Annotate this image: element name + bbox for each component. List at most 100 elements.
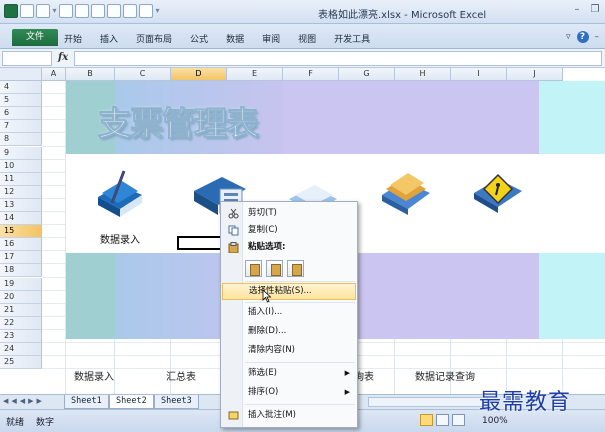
normal-view-icon[interactable] xyxy=(420,414,433,426)
menu-delete[interactable]: 删除(D)... xyxy=(222,323,356,340)
column-header[interactable]: D xyxy=(171,68,227,81)
menu-filter[interactable]: 筛选(E) ▶ xyxy=(222,365,356,382)
column-header[interactable]: J xyxy=(507,68,563,81)
row-header[interactable]: 20 xyxy=(0,290,42,304)
dashboard-title: 支票管理表 xyxy=(98,104,260,144)
tab-page-layout[interactable]: 页面布局 xyxy=(136,32,172,45)
customize-dropdown-icon[interactable]: ▾ xyxy=(155,4,160,18)
row-header[interactable]: 12 xyxy=(0,185,42,199)
menu-clear-contents[interactable]: 清除内容(N) xyxy=(222,342,356,359)
print-preview-icon[interactable] xyxy=(91,4,105,18)
paste-formulas-icon[interactable] xyxy=(266,260,283,277)
save-icon[interactable] xyxy=(20,4,34,18)
row-header[interactable]: 25 xyxy=(0,356,42,370)
nav-data-entry[interactable]: 数据录入 xyxy=(74,368,114,383)
row-header[interactable]: 23 xyxy=(0,329,42,343)
menu-sort[interactable]: 排序(O) ▶ xyxy=(222,384,356,401)
nav-record-query[interactable]: 数据记录查询 xyxy=(415,368,475,383)
horizontal-scrollbar[interactable] xyxy=(368,397,488,407)
column-header[interactable]: H xyxy=(395,68,451,81)
row-header[interactable]: 17 xyxy=(0,251,42,265)
row-header[interactable]: 5 xyxy=(0,94,42,108)
page-break-view-icon[interactable] xyxy=(452,414,465,426)
menu-cut[interactable]: 剪切(T) xyxy=(222,205,356,222)
restore-icon[interactable]: ❐ xyxy=(589,4,601,16)
sheet-tab-3[interactable]: Sheet3 xyxy=(154,395,199,409)
paste-icon[interactable] xyxy=(245,260,262,277)
row-header[interactable]: 6 xyxy=(0,107,42,121)
menu-paste-options: 粘贴选项: xyxy=(222,239,356,256)
menu-insert[interactable]: 插入(I)... xyxy=(222,304,356,321)
workbook-minimize-icon[interactable]: – xyxy=(595,32,600,42)
menu-paste-special[interactable]: 选择性粘贴(S)... xyxy=(222,283,356,300)
row-header[interactable]: 19 xyxy=(0,277,42,291)
column-header[interactable]: B xyxy=(66,68,115,81)
zoom-level[interactable]: 100% xyxy=(482,416,508,426)
row-header[interactable]: 21 xyxy=(0,303,42,317)
select-all-corner[interactable] xyxy=(0,68,42,81)
sheet-nav-buttons[interactable]: ◀◀◀▶▶ xyxy=(3,397,45,405)
copy-icon xyxy=(228,225,239,236)
tab-developer[interactable]: 开发工具 xyxy=(334,32,370,45)
nav-summary[interactable]: 汇总表 xyxy=(166,368,196,383)
menu-copy[interactable]: 复制(C) xyxy=(222,222,356,239)
row-header[interactable]: 7 xyxy=(0,120,42,134)
menu-copy-label: 复制(C) xyxy=(248,225,278,235)
tab-insert[interactable]: 插入 xyxy=(100,32,118,45)
open-file-icon[interactable] xyxy=(75,4,89,18)
column-header[interactable]: F xyxy=(283,68,339,81)
tab-data[interactable]: 数据 xyxy=(226,32,244,45)
column-header[interactable]: A xyxy=(42,68,66,81)
paste-values-icon[interactable] xyxy=(287,260,304,277)
menu-separator xyxy=(245,281,355,282)
row-header[interactable]: 11 xyxy=(0,172,42,186)
tab-file[interactable]: 文件 xyxy=(12,29,58,46)
picture-icon[interactable] xyxy=(123,4,137,18)
data-entry-book-icon[interactable] xyxy=(94,167,146,221)
tab-home[interactable]: 开始 xyxy=(64,32,82,45)
row-header[interactable]: 15 xyxy=(0,225,42,239)
band-top-right xyxy=(539,81,605,154)
row-header[interactable]: 16 xyxy=(0,238,42,252)
column-header[interactable]: C xyxy=(115,68,171,81)
row-header[interactable]: 9 xyxy=(0,146,42,160)
row-header[interactable]: 10 xyxy=(0,159,42,173)
tab-review[interactable]: 审阅 xyxy=(262,32,280,45)
row-header[interactable]: 13 xyxy=(0,198,42,212)
exit-sign-icon[interactable] xyxy=(470,167,526,217)
page-layout-view-icon[interactable] xyxy=(436,414,449,426)
menu-insert-comment[interactable]: 插入批注(M) xyxy=(222,407,356,424)
undo-icon[interactable] xyxy=(36,4,50,18)
row-header[interactable]: 24 xyxy=(0,343,42,356)
menu-clear-label: 清除内容(N) xyxy=(248,345,295,355)
formula-input[interactable] xyxy=(74,51,602,66)
name-box[interactable] xyxy=(2,51,52,66)
help-icon[interactable]: ? xyxy=(576,31,589,43)
formula-bar: fx xyxy=(0,49,605,68)
tab-formulas[interactable]: 公式 xyxy=(190,32,208,45)
quick-access-toolbar: ▾ ▾ xyxy=(4,4,160,18)
new-file-icon[interactable] xyxy=(59,4,73,18)
row-header[interactable]: 22 xyxy=(0,316,42,330)
status-mode: 就绪 xyxy=(6,418,25,428)
fx-icon[interactable]: fx xyxy=(58,52,68,63)
row-header[interactable]: 8 xyxy=(0,133,42,147)
refresh-icon[interactable] xyxy=(139,4,153,18)
sheet-tab-1[interactable]: Sheet1 xyxy=(64,395,109,409)
row-header[interactable]: 14 xyxy=(0,212,42,225)
column-header[interactable]: E xyxy=(227,68,283,81)
record-books-icon[interactable] xyxy=(378,167,434,217)
menu-paste-options-label: 粘贴选项: xyxy=(248,242,286,252)
tab-view[interactable]: 视图 xyxy=(298,32,316,45)
undo-dropdown-icon[interactable]: ▾ xyxy=(52,4,57,18)
chart-icon[interactable] xyxy=(107,4,121,18)
ribbon-collapse-icon[interactable]: ▿ xyxy=(566,32,571,42)
row-header[interactable]: 4 xyxy=(0,81,42,94)
column-header[interactable]: G xyxy=(339,68,395,81)
ribbon-tabs: 开始 插入 页面布局 公式 数据 审阅 视图 开发工具 xyxy=(64,32,388,45)
submenu-arrow-icon: ▶ xyxy=(344,388,350,396)
minimize-icon[interactable]: – xyxy=(571,4,583,16)
row-header[interactable]: 18 xyxy=(0,264,42,278)
column-header[interactable]: I xyxy=(451,68,507,81)
sheet-tab-2[interactable]: Sheet2 xyxy=(109,395,154,409)
